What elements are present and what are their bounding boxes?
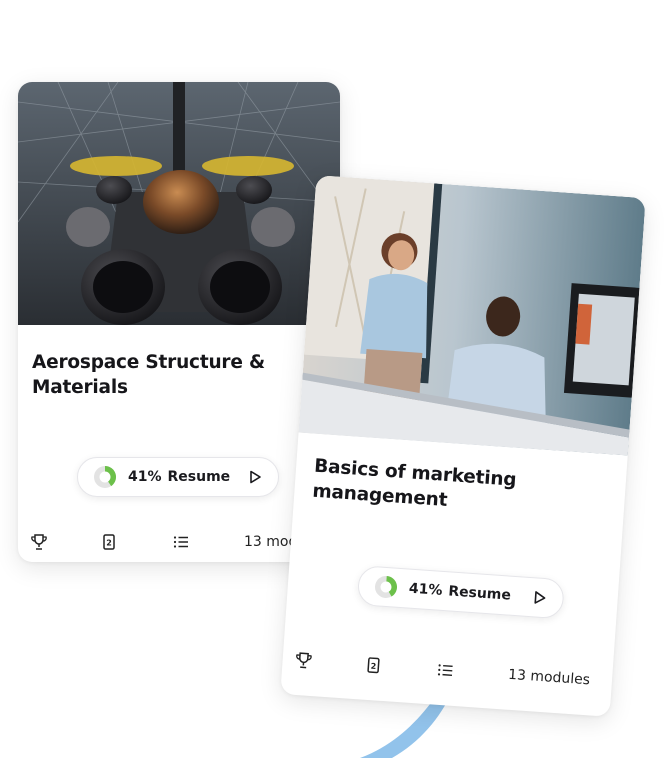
- svg-text:2: 2: [370, 662, 376, 671]
- list-icon[interactable]: [172, 533, 190, 551]
- course-thumbnail-rocket: [18, 82, 340, 325]
- progress-ring-icon: [94, 465, 117, 488]
- svg-text:2: 2: [106, 539, 112, 548]
- office-meeting-image: [298, 175, 646, 456]
- resume-button[interactable]: 41% Resume: [356, 565, 565, 620]
- trophy-icon[interactable]: [30, 533, 48, 551]
- resume-label: Resume: [447, 583, 512, 604]
- play-icon: [250, 470, 261, 484]
- course-card-marketing[interactable]: Basics of marketing management 41% Resum…: [280, 175, 646, 717]
- progress-ring-icon: [374, 575, 397, 598]
- certificate-icon[interactable]: 2: [364, 656, 383, 675]
- course-title: Basics of marketing management: [311, 455, 518, 512]
- modules-count: 13 modules: [507, 666, 591, 689]
- resume-label: Resume: [167, 469, 231, 485]
- list-icon[interactable]: [436, 661, 455, 680]
- certificate-icon[interactable]: 2: [100, 533, 118, 551]
- progress-percent: 41%: [408, 580, 443, 599]
- card-footer: 2 13 modules: [282, 644, 613, 697]
- rocket-engines-image: [18, 82, 340, 325]
- trophy-icon[interactable]: [294, 651, 313, 670]
- play-icon: [534, 591, 546, 604]
- resume-button[interactable]: 41% Resume: [77, 457, 279, 497]
- course-card-aerospace[interactable]: Aerospace Structure & Materials 41% Resu…: [18, 82, 340, 562]
- course-cards-stage: Aerospace Structure & Materials 41% Resu…: [0, 0, 666, 758]
- course-title: Aerospace Structure & Materials: [32, 352, 265, 398]
- progress-percent: 41%: [128, 469, 162, 485]
- course-thumbnail-office: [298, 175, 646, 456]
